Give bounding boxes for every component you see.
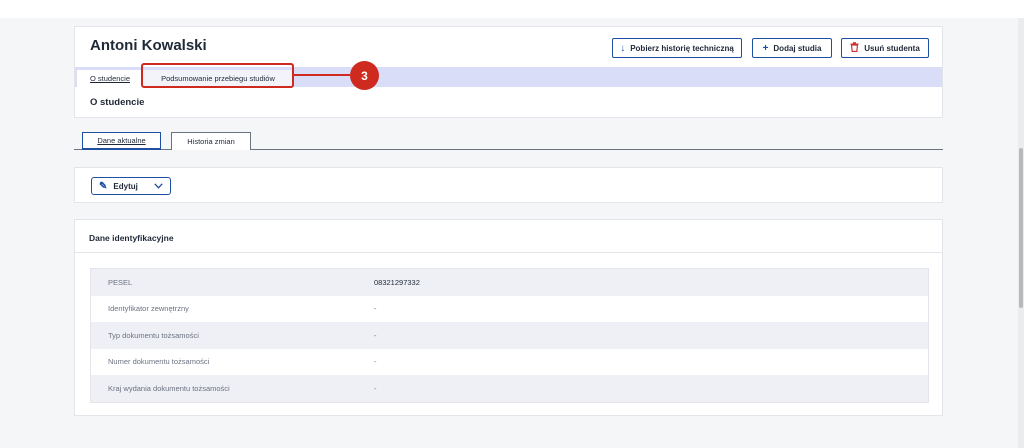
section-title: O studencie (90, 97, 145, 108)
add-studies-label: Dodaj studia (773, 43, 822, 53)
table-row: Typ dokumentu tożsamości - (91, 322, 928, 349)
row-key: Kraj wydania dokumentu tożsamości (108, 383, 230, 393)
data-subtabs: Dane aktualne Historia zmian (74, 132, 943, 150)
trash-icon-svg (850, 41, 859, 52)
row-key: Numer dokumentu tożsamości (108, 357, 210, 367)
nav-tab-label: O studencie (89, 74, 131, 83)
callout-number-badge: 3 (350, 61, 379, 90)
table-row: Numer dokumentu tożsamości - (91, 348, 928, 375)
chevron-down-icon (154, 181, 163, 191)
nav-tab-o-studencie[interactable]: O studencie (77, 70, 143, 87)
scrollbar[interactable] (1018, 18, 1024, 448)
arrow-down-icon: ↓ (620, 42, 626, 54)
plus-icon: + (762, 42, 769, 54)
edit-label: Edytuj (113, 181, 138, 191)
row-value: - (374, 304, 377, 314)
table-row: Identyfikator zewnętrzny - (91, 295, 928, 322)
table-row: PESEL 08321297332 (91, 269, 928, 296)
download-history-button[interactable]: ↓ Pobierz historię techniczną (612, 38, 742, 58)
tab-historia-zmian[interactable]: Historia zmian (171, 132, 251, 150)
identification-card: Dane identyfikacyjne PESEL 08321297332 I… (74, 219, 943, 416)
chevron-down-svg (154, 183, 163, 189)
tab-dane-aktualne[interactable]: Dane aktualne (82, 132, 161, 150)
subtab-label: Historia zmian (187, 137, 235, 146)
row-value: - (374, 383, 377, 393)
row-key: Typ dokumentu tożsamości (108, 330, 199, 340)
remove-student-button[interactable]: Usuń studenta (841, 38, 929, 58)
row-value: - (374, 357, 377, 367)
actions-card: ✎ Edytuj (74, 167, 943, 203)
trash-icon (850, 41, 859, 55)
divider (75, 252, 942, 253)
edit-dropdown-button[interactable]: ✎ Edytuj (91, 177, 171, 195)
scrollbar-thumb[interactable] (1019, 148, 1023, 308)
download-history-label: Pobierz historię techniczną (630, 43, 734, 53)
identification-title: Dane identyfikacyjne (89, 233, 174, 243)
row-value: 08321297332 (374, 277, 420, 287)
student-name: Antoni Kowalski (90, 37, 207, 54)
row-key: Identyfikator zewnętrzny (108, 304, 189, 314)
pencil-icon: ✎ (99, 180, 108, 192)
callout-connector (294, 74, 350, 76)
add-studies-button[interactable]: + Dodaj studia (752, 38, 832, 58)
table-row: Kraj wydania dokumentu tożsamości - (91, 375, 928, 402)
callout-highlight-box (141, 63, 294, 88)
row-value: - (374, 330, 377, 340)
remove-student-label: Usuń studenta (864, 43, 920, 53)
identification-table: PESEL 08321297332 Identyfikator zewnętrz… (90, 268, 929, 403)
subtab-label: Dane aktualne (97, 136, 146, 145)
row-key: PESEL (108, 277, 133, 287)
